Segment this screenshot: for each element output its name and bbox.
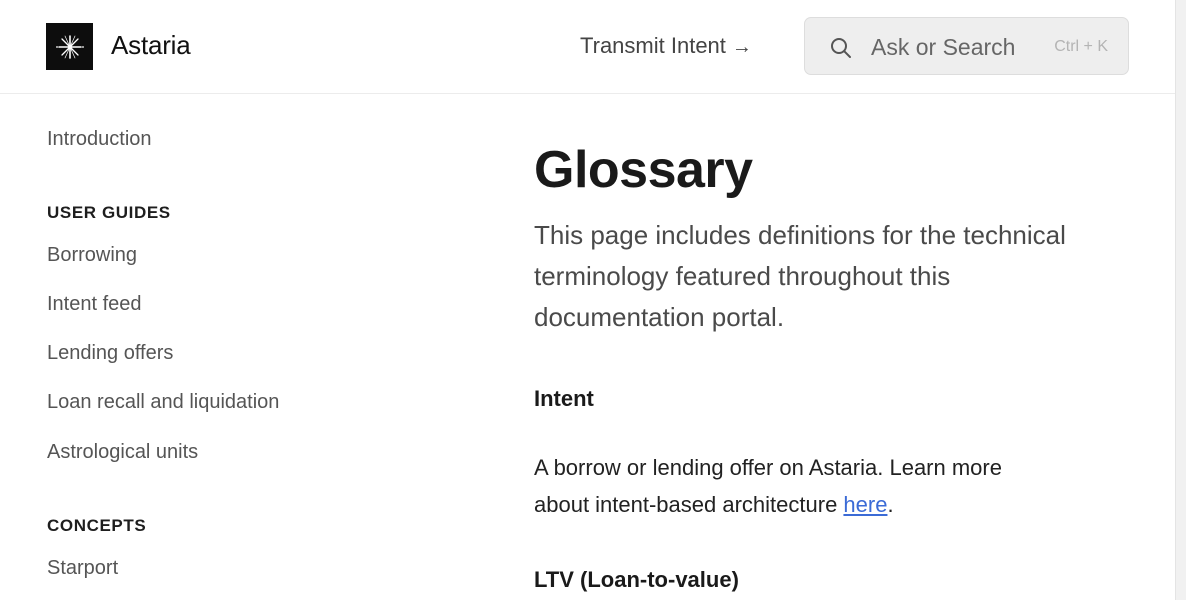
search-box[interactable]: Ask or Search Ctrl + K <box>804 17 1129 75</box>
sidebar-item-lending-offers[interactable]: Lending offers <box>47 342 173 365</box>
brand-name[interactable]: Astaria <box>111 30 191 61</box>
sidebar-section-user-guides: USER GUIDES <box>47 203 171 222</box>
docs-page: Astaria Transmit Intent → Ask or Search C… <box>0 0 1186 600</box>
definition-period: . <box>887 492 894 517</box>
sidebar-item-astrological-units[interactable]: Astrological units <box>47 441 198 464</box>
sidebar-item-starport[interactable]: Starport <box>47 557 118 580</box>
transmit-intent-label: Transmit Intent <box>580 33 726 58</box>
top-header: Astaria Transmit Intent → Ask or Search C… <box>0 0 1175 94</box>
transmit-intent-link[interactable]: Transmit Intent → <box>580 33 752 59</box>
page-lead: This page includes definitions for the t… <box>534 220 1066 332</box>
sidebar-item-introduction[interactable]: Introduction <box>47 128 152 151</box>
sidebar-item-loan-recall[interactable]: Loan recall and liquidation <box>47 391 279 414</box>
logo[interactable] <box>46 23 93 70</box>
sidebar-item-borrowing[interactable]: Borrowing <box>47 244 137 267</box>
starburst-icon <box>55 34 84 59</box>
here-link[interactable]: here <box>843 492 887 517</box>
sidebar-section-concepts: CONCEPTS <box>47 516 147 535</box>
sidebar-nav: Introduction USER GUIDES Borrowing Inten… <box>47 94 447 600</box>
term-heading-ltv: LTV (Loan-to-value) <box>534 567 739 592</box>
term-definition-intent: A borrow or lending offer on Astaria. Le… <box>534 449 1034 523</box>
page-scrollbar[interactable] <box>1175 0 1186 600</box>
search-placeholder: Ask or Search <box>871 34 1016 60</box>
definition-text: A borrow or lending offer on Astaria. Le… <box>534 455 1002 517</box>
search-icon <box>831 38 851 58</box>
term-heading-intent: Intent <box>534 386 594 411</box>
search-shortcut: Ctrl + K <box>1054 38 1108 55</box>
sidebar-item-intent-feed[interactable]: Intent feed <box>47 293 142 316</box>
page-title: Glossary <box>534 141 753 199</box>
arrow-right-icon: → <box>731 36 752 58</box>
